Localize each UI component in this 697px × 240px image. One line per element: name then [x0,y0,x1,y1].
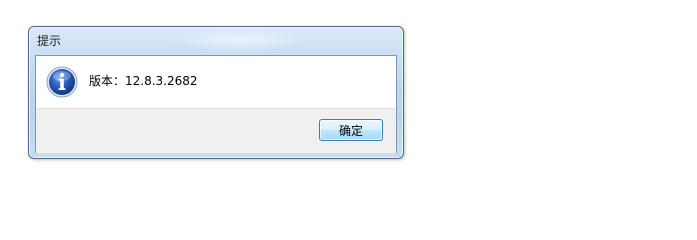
dialog-titlebar[interactable]: 提示 [29,27,403,54]
version-message: 版本：12.8.3.2682 [89,74,198,88]
ok-button[interactable]: 确定 [319,119,383,141]
dialog-title: 提示 [37,34,62,48]
message-dialog: 提示 版本：12.8.3.2682 确定 [28,26,404,159]
dialog-footer: 确定 [36,108,396,153]
info-icon [46,66,78,98]
dialog-content: 版本：12.8.3.2682 [36,56,396,108]
dialog-client-area: 版本：12.8.3.2682 确定 [35,55,397,153]
titlebar-glow [169,29,309,51]
